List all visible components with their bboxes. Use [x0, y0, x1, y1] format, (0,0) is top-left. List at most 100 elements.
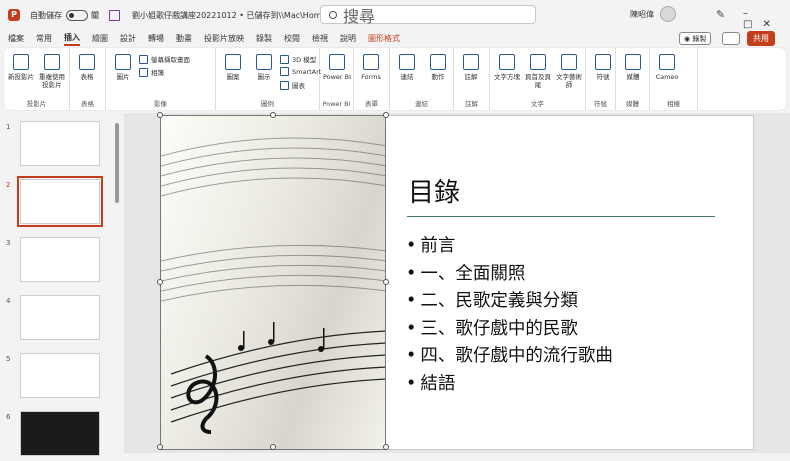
ribbon-button-icon — [430, 54, 446, 70]
bullet-item[interactable]: 前言 — [406, 233, 613, 261]
autosave-toggle[interactable] — [66, 9, 88, 21]
search-box[interactable]: 搜尋 — [320, 5, 536, 26]
ribbon-button[interactable]: 重複使用投影片 — [37, 54, 67, 89]
resize-handle[interactable] — [270, 444, 276, 450]
ribbon-button[interactable]: 文字方塊 — [492, 54, 522, 81]
avatar[interactable] — [660, 6, 676, 22]
tab-12[interactable]: 圖形格式 — [368, 33, 400, 44]
thumbnail-scrollbar[interactable] — [113, 113, 121, 453]
ribbon-small-icon — [280, 67, 289, 76]
resize-handle[interactable] — [383, 444, 389, 450]
ribbon-button[interactable]: Forms — [356, 54, 386, 81]
user-name[interactable]: 陳昭偉 — [630, 9, 654, 20]
tab-1[interactable]: 常用 — [36, 33, 52, 44]
bullet-item[interactable]: 二、民歌定義與分類 — [406, 288, 613, 316]
ribbon-button[interactable]: 新投影片 — [6, 54, 36, 81]
ribbon-button[interactable]: Cameo — [652, 54, 682, 81]
tab-10[interactable]: 檢視 — [312, 33, 328, 44]
ribbon-small-label: 3D 模型 — [292, 56, 317, 64]
slide-thumbnail-item[interactable]: 3 — [0, 237, 112, 287]
tab-7[interactable]: 投影片放映 — [204, 33, 244, 44]
resize-handle[interactable] — [270, 112, 276, 118]
ribbon-button-icon — [363, 54, 379, 70]
ribbon-button[interactable]: Power BI — [322, 54, 352, 81]
ribbon: 新投影片 重複使用投影片 投影片 表格 表格 圖片 螢幕擷取畫面 相簿 影像 圖案 圖示 3D 模型 S… — [4, 48, 786, 110]
record-button[interactable]: ◉ 錄製 — [679, 32, 712, 45]
ribbon-small-label: SmartArt — [292, 67, 322, 76]
ribbon-button-label: 表格 — [80, 73, 94, 81]
slide-thumbnail-item[interactable]: 4 — [0, 295, 112, 345]
ribbon-button-label: 媒體 — [626, 73, 640, 81]
share-button[interactable]: 共用 — [747, 31, 775, 46]
tab-8[interactable]: 錄製 — [256, 33, 272, 44]
tab-4[interactable]: 設計 — [120, 33, 136, 44]
ribbon-group-1: 表格 表格 — [70, 48, 106, 110]
ribbon-button-label: 註解 — [464, 73, 478, 81]
slide-thumbnail[interactable] — [20, 353, 100, 398]
ribbon-button-icon — [463, 54, 479, 70]
bullet-item[interactable]: 三、歌仔戲中的民歌 — [406, 316, 613, 344]
comment-button[interactable] — [722, 32, 740, 45]
sheet-music-picture[interactable] — [160, 115, 386, 450]
ribbon-button-label: 新投影片 — [8, 73, 34, 81]
ribbon-button[interactable]: 註解 — [456, 54, 486, 81]
ribbon-small-button[interactable]: 圖表 — [280, 80, 305, 90]
ribbon-small-button[interactable]: 3D 模型 — [280, 54, 316, 64]
scrollbar-thumb[interactable] — [115, 123, 119, 203]
tab-9[interactable]: 校閱 — [284, 33, 300, 44]
slide-number: 1 — [6, 123, 11, 131]
window-controls[interactable]: –□✕ — [743, 8, 790, 30]
ribbon-button[interactable]: 表格 — [72, 54, 102, 81]
ribbon-small-button[interactable]: SmartArt — [280, 67, 321, 76]
slide-thumbnail[interactable] — [20, 237, 100, 282]
save-icon[interactable] — [109, 9, 120, 21]
slide-thumbnail-item[interactable]: 6 — [0, 411, 112, 461]
slide-thumbnail[interactable] — [20, 121, 100, 166]
ribbon-group-4: Power BI Power BI — [320, 48, 354, 110]
slide-thumbnail[interactable] — [17, 176, 103, 227]
ribbon-group-11: Cameo 相機 — [650, 48, 698, 110]
ribbon-button-icon — [530, 54, 546, 70]
resize-handle[interactable] — [383, 112, 389, 118]
bullet-item[interactable]: 一、全面關照 — [406, 261, 613, 289]
ribbon-group-label: 文字 — [531, 100, 544, 108]
bullet-item[interactable]: 四、歌仔戲中的流行歌曲 — [406, 343, 613, 371]
ribbon-button[interactable]: 圖示 — [249, 54, 279, 81]
ribbon-button[interactable]: 圖案 — [218, 54, 248, 81]
slide-thumbnail-item[interactable]: 2 — [0, 176, 112, 229]
resize-handle[interactable] — [157, 444, 163, 450]
slide-bullet-list[interactable]: 前言一、全面關照二、民歌定義與分類三、歌仔戲中的民歌四、歌仔戲中的流行歌曲結語 — [406, 233, 613, 398]
resize-handle[interactable] — [157, 279, 163, 285]
slide-title[interactable]: 目錄 — [408, 172, 460, 209]
bullet-item[interactable]: 結語 — [406, 371, 613, 399]
ribbon-button[interactable]: 媒體 — [618, 54, 648, 81]
slide-thumbnail-item[interactable]: 5 — [0, 353, 112, 403]
resize-handle[interactable] — [383, 279, 389, 285]
pen-icon[interactable]: ✎ — [716, 8, 725, 21]
tab-11[interactable]: 說明 — [340, 33, 356, 44]
document-title[interactable]: 劉小姐歌仔戲講座20221012 • 已儲存到\\Mac\Home — [132, 10, 326, 21]
ribbon-small-button[interactable]: 螢幕擷取畫面 — [139, 54, 190, 64]
slide-thumbnail[interactable] — [20, 411, 100, 456]
ribbon-button-icon — [13, 54, 29, 70]
tab-3[interactable]: 繪圖 — [92, 33, 108, 44]
ribbon-group-9: 符號 符號 — [586, 48, 616, 110]
ribbon-button-label: 重複使用投影片 — [39, 73, 65, 89]
ribbon-button-label: 頁首及頁尾 — [525, 73, 551, 89]
tab-0[interactable]: 檔案 — [8, 33, 24, 44]
ribbon-small-label: 相簿 — [151, 69, 164, 77]
ribbon-button[interactable]: 動作 — [423, 54, 453, 81]
ribbon-button[interactable]: 圖片 — [108, 54, 138, 81]
tab-2[interactable]: 插入 — [64, 32, 80, 46]
ribbon-button[interactable]: 符號 — [588, 54, 618, 81]
slide-thumbnail-item[interactable]: 1 — [0, 121, 112, 171]
ribbon-button[interactable]: 連結 — [392, 54, 422, 81]
ribbon-button[interactable]: 頁首及頁尾 — [523, 54, 553, 89]
tab-6[interactable]: 動畫 — [176, 33, 192, 44]
slide-thumbnail[interactable] — [20, 295, 100, 340]
ribbon-button[interactable]: 文字藝術師 — [554, 54, 584, 89]
tab-5[interactable]: 轉場 — [148, 33, 164, 44]
resize-handle[interactable] — [157, 112, 163, 118]
ribbon-small-button[interactable]: 相簿 — [139, 67, 164, 77]
ribbon-small-icon — [280, 54, 289, 64]
